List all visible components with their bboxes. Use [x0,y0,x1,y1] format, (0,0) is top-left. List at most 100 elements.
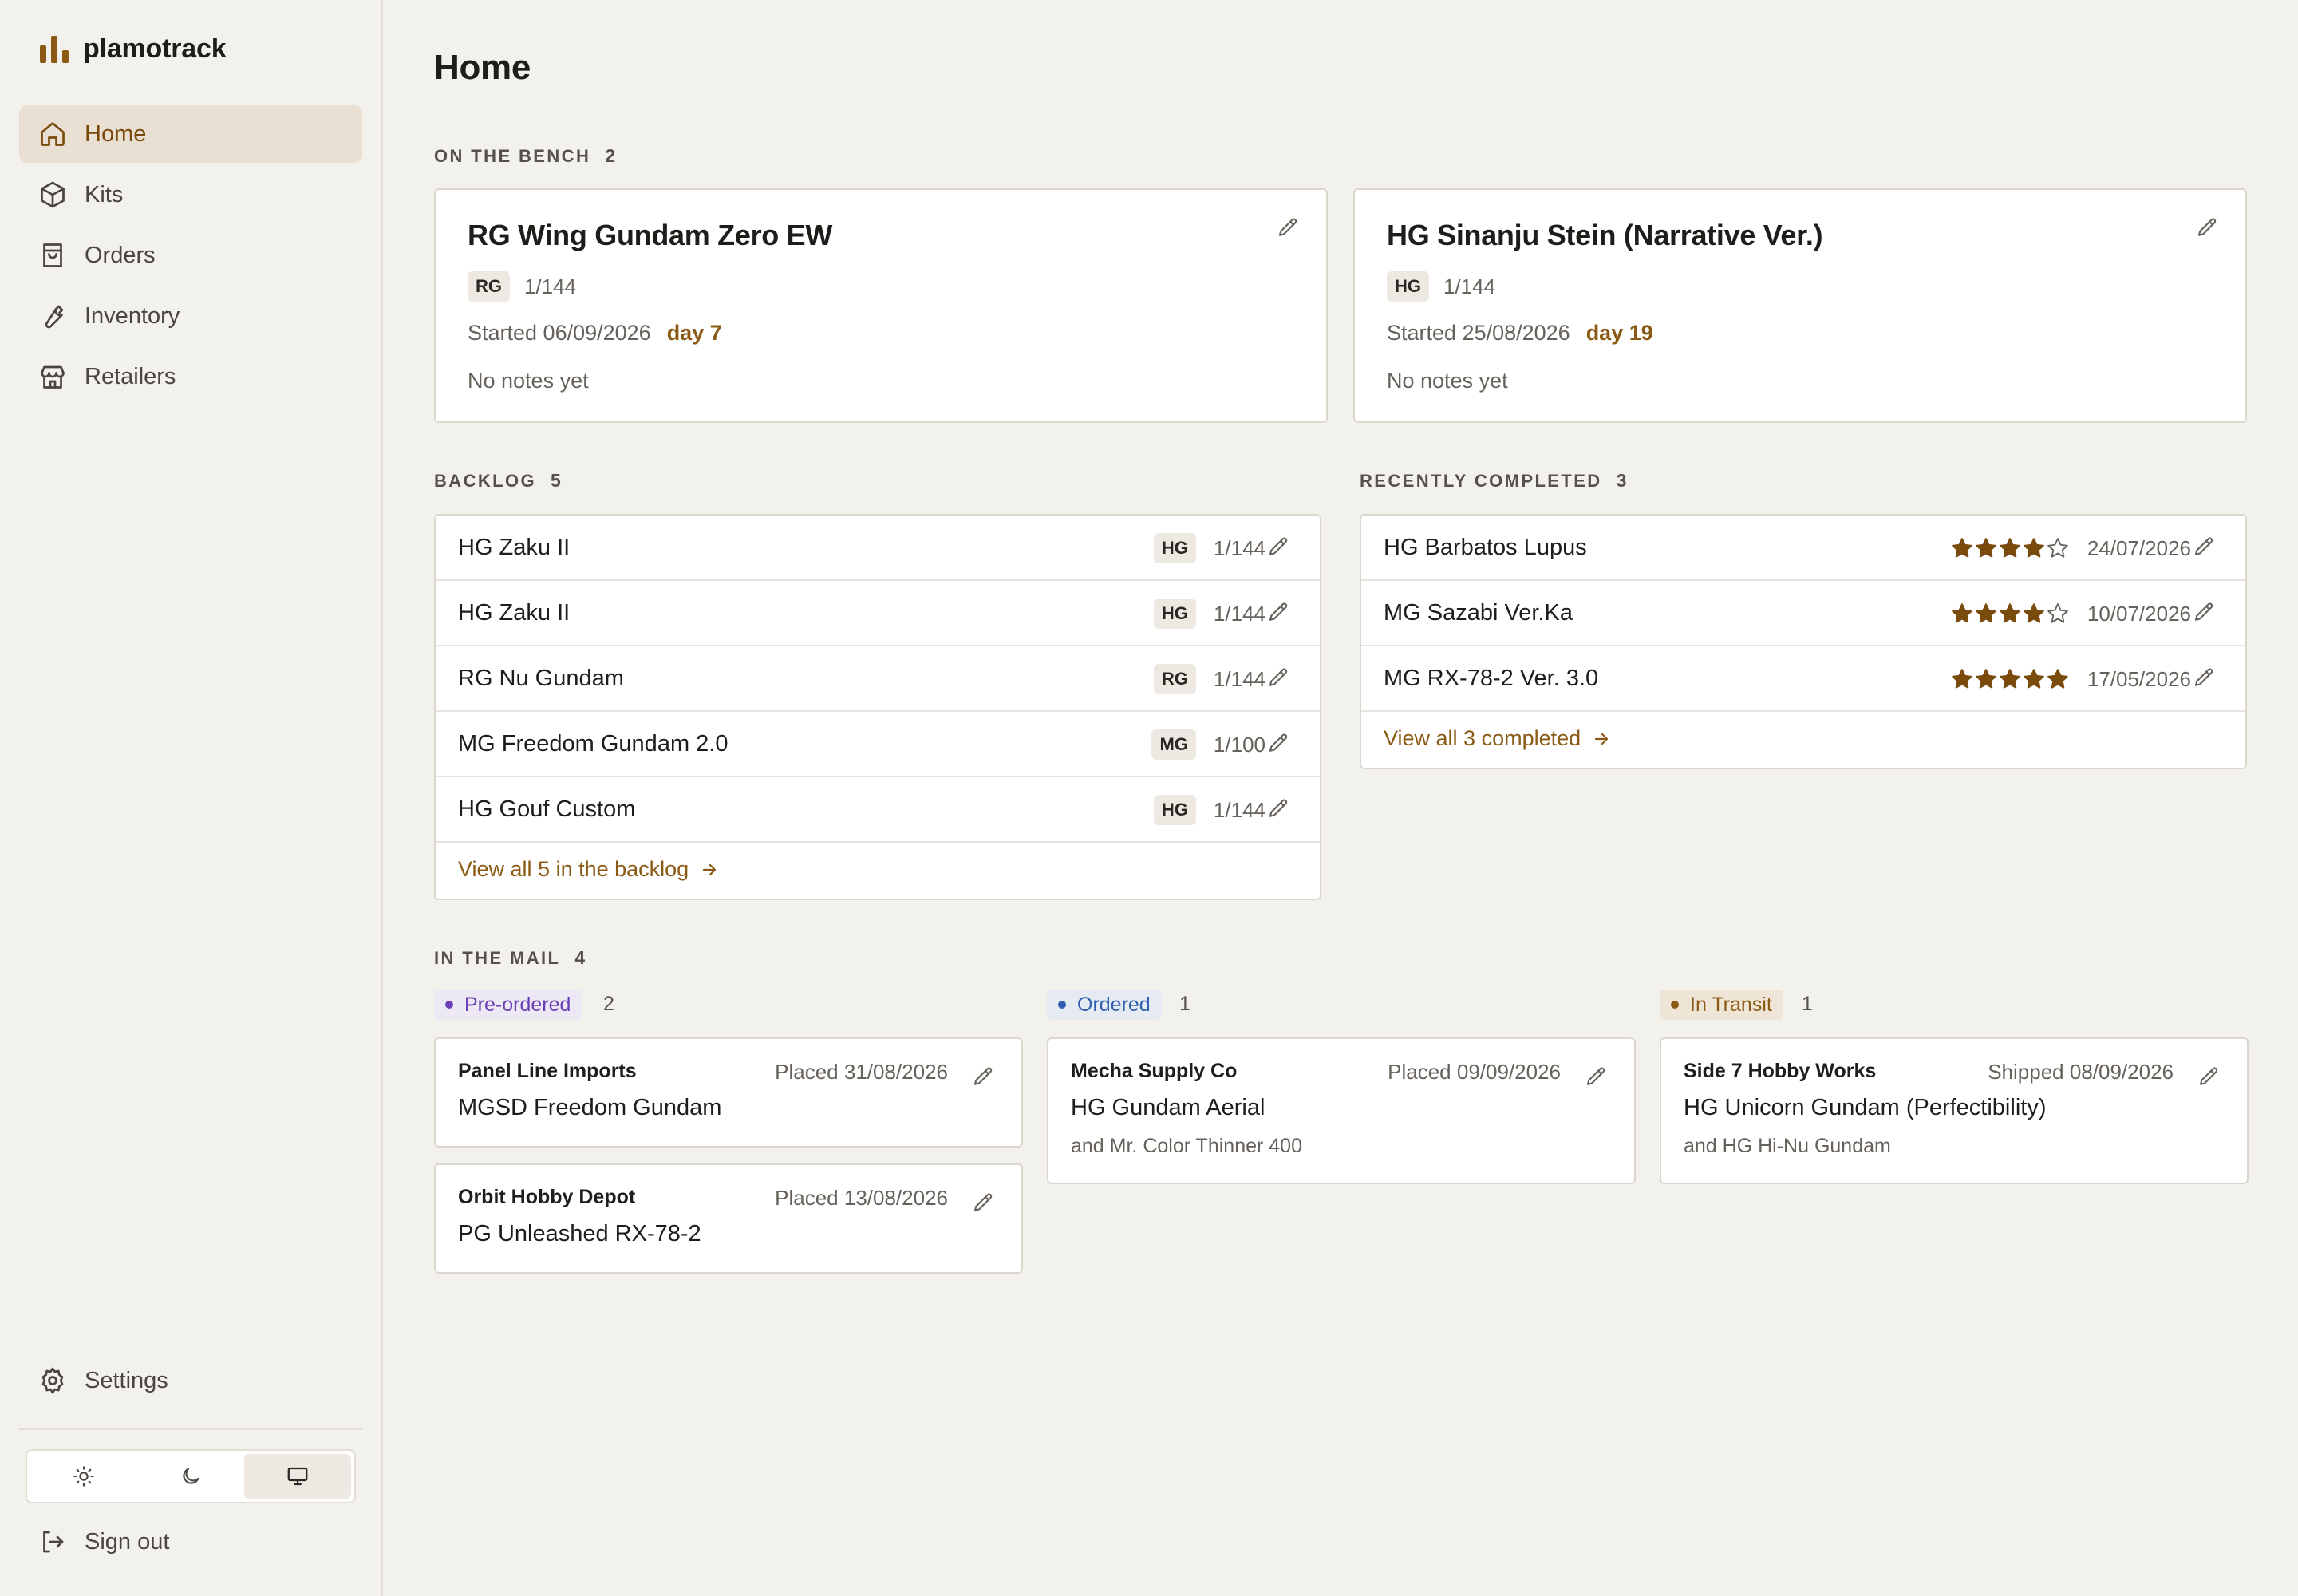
star-filled-icon [2022,536,2046,560]
kit-name: MG Freedom Gundam 2.0 [458,731,728,757]
pencil-icon [2195,216,2219,240]
edit-button[interactable] [2189,211,2225,246]
sidebar-item-inventory[interactable]: Inventory [19,287,362,345]
edit-button[interactable] [1261,595,1296,630]
sidebar: plamotrack Home Kits Orders Inventory Re… [0,0,383,1596]
box-icon [38,180,67,209]
section-count: 4 [574,947,586,968]
kit-name: MG RX-78-2 Ver. 3.0 [1384,666,1599,691]
star-filled-icon [2022,602,2046,626]
sidebar-item-kits[interactable]: Kits [19,166,362,223]
sidebar-item-label: Orders [85,242,156,268]
brand[interactable]: plamotrack [38,34,227,65]
list-item[interactable]: RG Nu Gundam RG 1/144 [436,646,1320,712]
section-count: 2 [605,145,616,166]
edit-button[interactable] [1261,530,1296,565]
completed-date: 24/07/2026 [2087,535,2191,560]
rating-stars [1950,536,2070,560]
view-all-completed-link[interactable]: View all 3 completed [1384,726,1611,751]
sun-icon [73,1465,95,1487]
kit-name: HG Zaku II [458,535,571,560]
order-card[interactable]: Side 7 Hobby Works Shipped 08/09/2026 HG… [1660,1037,2249,1184]
edit-button[interactable] [1270,211,1305,246]
star-filled-icon [1998,536,2022,560]
order-card[interactable]: Panel Line Imports Placed 31/08/2026 MGS… [434,1037,1023,1148]
bench-card[interactable]: RG Wing Gundam Zero EW RG 1/144 Started … [434,188,1328,423]
edit-button[interactable] [2186,595,2221,630]
row-meta: 24/07/2026 [1950,530,2217,567]
order-card[interactable]: Orbit Hobby Depot Placed 13/08/2026 PG U… [434,1163,1023,1274]
status-dot [1671,1001,1679,1009]
status-chip-pre-ordered: Pre-ordered [434,990,582,1020]
star-filled-icon [1950,602,1974,626]
kit-scale: 1/100 [1213,732,1265,757]
order-extra-items: and HG Hi-Nu Gundam [1684,1135,1891,1157]
day-count: day 19 [1585,321,1653,345]
grade-badge: HG [1153,598,1196,629]
kit-scale: 1/144 [1213,797,1265,822]
order-item: HG Gundam Aerial [1071,1095,1265,1120]
theme-toggle [26,1449,356,1503]
edit-button[interactable] [1578,1060,1613,1095]
sidebar-divider [19,1428,362,1430]
edit-button[interactable] [2191,1060,2226,1095]
sign-out-icon [38,1527,67,1556]
star-empty-icon [2046,602,2070,626]
started-info: Started 06/09/2026 day 7 [468,321,722,346]
sidebar-item-orders[interactable]: Orders [19,227,362,284]
list-item[interactable]: HG Barbatos Lupus 24/07/2026 [1361,516,2245,581]
kit-notes: No notes yet [468,369,589,393]
sidebar-item-label: Home [85,120,147,147]
sidebar-item-label: Kits [85,181,124,207]
sidebar-item-settings[interactable]: Settings [19,1352,362,1409]
view-all-backlog-link[interactable]: View all 5 in the backlog [458,857,719,882]
kit-notes: No notes yet [1387,369,1508,393]
edit-button[interactable] [2186,530,2221,565]
kit-name: HG Gouf Custom [458,796,636,822]
rating-stars [1950,667,2070,691]
status-label: Ordered [1077,993,1151,1016]
section-title: On the bench [434,145,591,166]
sidebar-item-home[interactable]: Home [19,105,362,163]
bench-card[interactable]: HG Sinanju Stein (Narrative Ver.) HG 1/1… [1353,188,2247,423]
theme-dark-option[interactable] [137,1454,244,1499]
star-filled-icon [1974,667,1998,691]
section-title: Recently completed [1360,470,1602,491]
order-card[interactable]: Mecha Supply Co Placed 09/09/2026 HG Gun… [1047,1037,1636,1184]
theme-light-option[interactable] [30,1454,137,1499]
edit-button[interactable] [2186,661,2221,696]
link-label: View all 5 in the backlog [458,857,689,881]
sidebar-item-sign-out[interactable]: Sign out [19,1513,362,1570]
edit-button[interactable] [965,1060,1001,1095]
edit-button[interactable] [1261,661,1296,696]
kit-scale: 1/144 [1213,666,1265,691]
list-item[interactable]: HG Zaku II HG 1/144 [436,581,1320,646]
list-item[interactable]: MG Sazabi Ver.Ka 10/07/2026 [1361,581,2245,646]
pencil-icon [1266,666,1290,690]
grade-badge: RG [468,271,510,302]
pencil-icon [1266,535,1290,559]
order-date: Placed 31/08/2026 [775,1060,948,1084]
completed-date: 10/07/2026 [2087,601,2191,626]
star-empty-icon [2046,536,2070,560]
sidebar-item-retailers[interactable]: Retailers [19,348,362,405]
list-item[interactable]: MG RX-78-2 Ver. 3.0 17/05/2026 [1361,646,2245,712]
edit-button[interactable] [1261,726,1296,761]
list-item[interactable]: HG Gouf Custom HG 1/144 [436,777,1320,843]
page-title: Home [434,48,531,87]
moon-icon [180,1465,202,1487]
order-item: MGSD Freedom Gundam [458,1095,722,1120]
kit-name: HG Zaku II [458,600,571,626]
edit-button[interactable] [965,1186,1001,1221]
kit-name: HG Barbatos Lupus [1384,535,1587,560]
theme-system-option[interactable] [244,1454,351,1499]
star-filled-icon [1950,667,1974,691]
edit-button[interactable] [1261,792,1296,827]
grade-badge: RG [1153,664,1196,694]
store-icon [38,362,67,391]
list-item[interactable]: MG Freedom Gundam 2.0 MG 1/100 [436,712,1320,777]
status-chip-in-transit: In Transit [1660,990,1783,1020]
row-meta: 17/05/2026 [1950,661,2217,697]
started-date: Started 25/08/2026 [1387,321,1570,345]
list-item[interactable]: HG Zaku II HG 1/144 [436,516,1320,581]
